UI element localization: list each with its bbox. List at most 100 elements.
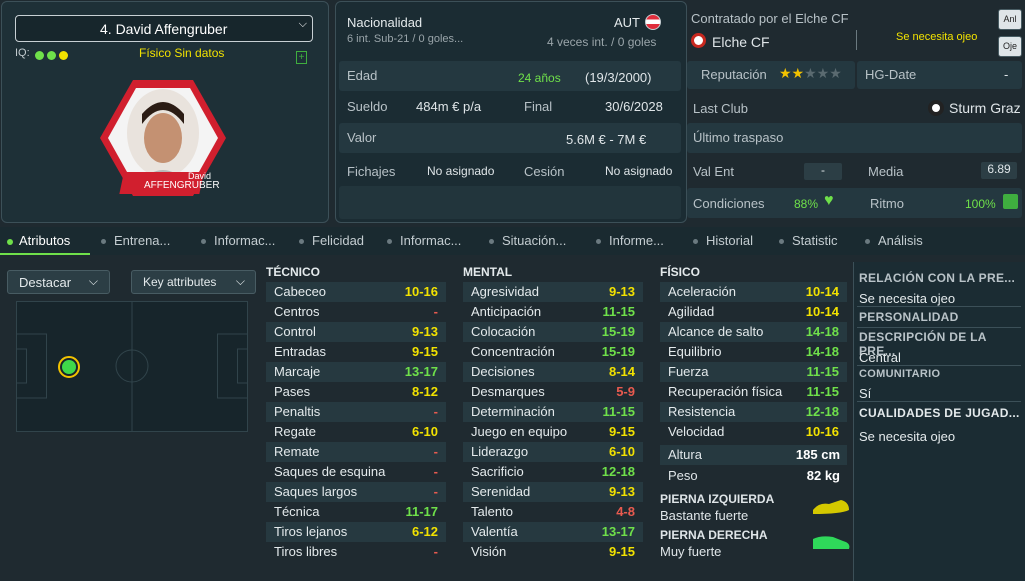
attribute-row[interactable]: Saques de esquina -: [266, 462, 446, 482]
attribute-value: 12-18: [805, 404, 839, 419]
contract-label: Contratado por el Elche CF: [691, 11, 849, 26]
tab-situacion[interactable]: Situación...: [489, 233, 566, 248]
attribute-value: 11-15: [602, 304, 635, 319]
attribute-row[interactable]: Remate -: [266, 442, 446, 462]
attribute-name: Entradas: [274, 344, 327, 359]
attribute-row[interactable]: Centros -: [266, 302, 446, 322]
tab-analisis[interactable]: Análisis: [865, 233, 923, 248]
analyst-button[interactable]: Anl: [998, 9, 1022, 30]
tab-atributos[interactable]: Atributos: [7, 233, 70, 248]
attribute-value: 6-10: [411, 424, 438, 439]
attribute-name: Alcance de salto: [668, 324, 764, 339]
attribute-row[interactable]: Tiros libres -: [266, 542, 446, 562]
attribute-row[interactable]: Agresividad 9-13: [463, 282, 643, 302]
attribute-value: -: [433, 464, 438, 479]
eu-heading: COMUNITARIO: [859, 368, 941, 380]
card-last-name: AFFENGRUBER: [144, 180, 220, 191]
attribute-row[interactable]: Juego en equipo 9-15: [463, 422, 643, 442]
attribute-row[interactable]: Aceleración 10-14: [660, 282, 847, 302]
medical-icon[interactable]: +: [296, 51, 307, 64]
attribute-row[interactable]: Colocación 15-19: [463, 322, 643, 342]
fisico-title: FÍSICO: [660, 265, 701, 279]
hg-value: -: [1004, 67, 1009, 82]
attribute-row[interactable]: Desmarques 5-9: [463, 382, 643, 402]
attribute-row[interactable]: Regate 6-10: [266, 422, 446, 442]
attribute-name: Valentía: [471, 524, 518, 539]
attribute-row[interactable]: Tiros lejanos 6-12: [266, 522, 446, 542]
attribute-name: Saques largos: [274, 484, 358, 499]
attribute-row[interactable]: Marcaje 13-17: [266, 362, 446, 382]
chevron-down-icon: ⌵: [235, 274, 245, 288]
attribute-row[interactable]: Cabeceo 10-16: [266, 282, 446, 302]
attribute-row[interactable]: Sacrificio 12-18: [463, 462, 643, 482]
highlight-dropdown[interactable]: Destacar ⌵: [7, 270, 110, 294]
attribute-value: 9-15: [608, 424, 635, 439]
attribute-name: Determinación: [471, 404, 555, 419]
attribute-name: Tiros libres: [274, 544, 338, 559]
attribute-row[interactable]: Resistencia 12-18: [660, 402, 847, 422]
player-name: 4. David Affengruber: [100, 21, 228, 37]
attribute-row[interactable]: Equilibrio 14-18: [660, 342, 847, 362]
attribute-value: 9-13: [608, 484, 635, 499]
tab-informacion-2[interactable]: Informac...: [387, 233, 461, 248]
attribute-row[interactable]: Visión 9-15: [463, 542, 643, 562]
attribute-row[interactable]: Técnica 11-17: [266, 502, 446, 522]
attribute-row[interactable]: Recuperación física 11-15: [660, 382, 847, 402]
key-attributes-dropdown[interactable]: Key attributes ⌵: [131, 270, 256, 294]
attribute-row[interactable]: Fuerza 11-15: [660, 362, 847, 382]
tab-underline: [0, 253, 90, 255]
tab-informe[interactable]: Informe...: [596, 233, 664, 248]
reputation-stars: ★★★★★: [779, 65, 842, 81]
attribute-row[interactable]: Agilidad 10-14: [660, 302, 847, 322]
attribute-row[interactable]: Entradas 9-15: [266, 342, 446, 362]
attribute-row[interactable]: Serenidad 9-13: [463, 482, 643, 502]
tab-felicidad[interactable]: Felicidad: [299, 233, 364, 248]
height-label: Altura: [668, 447, 702, 462]
attribute-value: 10-14: [805, 304, 839, 319]
attribute-row[interactable]: Liderazgo 6-10: [463, 442, 643, 462]
scout-button[interactable]: Oje: [998, 36, 1022, 57]
tab-statistic[interactable]: Statistic: [779, 233, 838, 248]
last-club-value[interactable]: Sturm Graz: [949, 100, 1021, 116]
hg-label: HG-Date: [865, 67, 917, 82]
attribute-value: 6-12: [411, 524, 438, 539]
height-row: Altura 185 cm: [660, 445, 847, 465]
attribute-name: Pases: [274, 384, 311, 399]
attribute-row[interactable]: Decisiones 8-14: [463, 362, 643, 382]
value-label: Valor: [347, 130, 377, 145]
tab-historial[interactable]: Historial: [693, 233, 753, 248]
club-name[interactable]: Elche CF: [712, 34, 770, 50]
attribute-row[interactable]: Determinación 11-15: [463, 402, 643, 422]
attribute-name: Control: [274, 324, 316, 339]
rp-divider-1: [857, 306, 1021, 307]
attribute-row[interactable]: Anticipación 11-15: [463, 302, 643, 322]
attribute-row[interactable]: Pases 8-12: [266, 382, 446, 402]
qualities-value: Se necesita ojeo: [859, 429, 956, 444]
attribute-row[interactable]: Alcance de salto 14-18: [660, 322, 847, 342]
tab-informacion-1[interactable]: Informac...: [201, 233, 275, 248]
info-divider: [339, 186, 681, 219]
signings-label: Fichajes: [347, 164, 396, 179]
attribute-row[interactable]: Talento 4-8: [463, 502, 643, 522]
attribute-value: 9-15: [608, 544, 635, 559]
ritmo-value: 100%: [965, 197, 996, 211]
tab-entrenamiento[interactable]: Entrena...: [101, 233, 170, 248]
player-name-selector[interactable]: 4. David Affengruber ⌵: [15, 15, 313, 42]
attribute-name: Penaltis: [274, 404, 321, 419]
attribute-row[interactable]: Velocidad 10-16: [660, 422, 847, 442]
attribute-row[interactable]: Saques largos -: [266, 482, 446, 502]
rp-divider-2: [857, 327, 1021, 328]
signings-value: No asignado: [427, 164, 495, 178]
attribute-value: -: [433, 484, 438, 499]
attribute-row[interactable]: Concentración 15-19: [463, 342, 643, 362]
attribute-row[interactable]: Penaltis -: [266, 402, 446, 422]
attribute-row[interactable]: Control 9-13: [266, 322, 446, 342]
dob-value: (19/3/2000): [585, 70, 652, 85]
attribute-name: Juego en equipo: [471, 424, 568, 439]
attribute-name: Velocidad: [668, 424, 725, 439]
attribute-row[interactable]: Valentía 13-17: [463, 522, 643, 542]
attribute-value: 14-18: [805, 324, 839, 339]
chevron-down-icon: ⌵: [88, 274, 98, 288]
attribute-name: Tiros lejanos: [274, 524, 348, 539]
last-club-label: Last Club: [693, 101, 748, 116]
